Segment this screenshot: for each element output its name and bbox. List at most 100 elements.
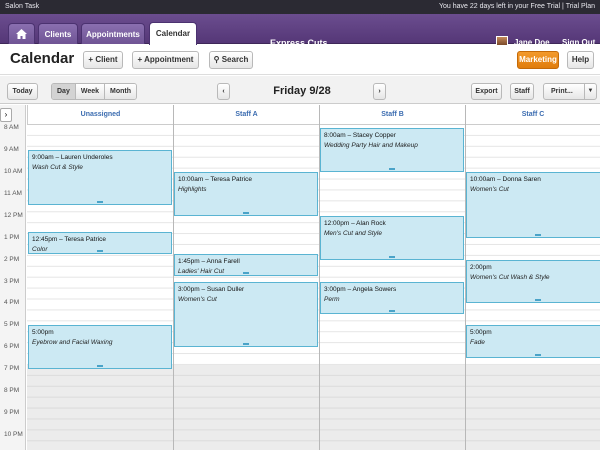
export-button[interactable]: Export [471,83,502,100]
tab-clients[interactable]: Clients [38,23,78,44]
appointment-title: 3:00pm – Susan Duller [178,285,245,293]
next-day-button[interactable]: › [373,83,386,100]
column-divider [173,105,174,450]
appointment-block[interactable]: 3:00pm – Angela Sowers Perm [320,281,464,315]
marketing-button[interactable]: Marketing [517,51,559,69]
appointment-service: Perm [324,295,340,303]
app-name: Salon Task [5,3,40,10]
appointment-title: 12:00pm – Alan Rock [324,219,386,227]
appointment-title: 5:00pm [32,329,54,337]
resize-handle[interactable] [97,250,103,253]
chevron-down-icon: ▼ [584,84,596,99]
resize-handle[interactable] [535,233,541,236]
appointment-block[interactable]: 1:45pm – Anna Farell Ladies' Hair Cut [174,254,318,277]
time-label: 10 AM [4,168,23,176]
tab-calendar[interactable]: Calendar [149,22,197,45]
appointment-service: Fade [470,339,485,347]
time-label: 9 AM [4,146,19,154]
column-header-staff-b: Staff B [319,105,465,125]
tab-home[interactable] [8,23,35,44]
time-label: 11 AM [4,189,22,197]
time-label: 2 PM [4,255,20,263]
time-label: 12 PM [4,211,23,219]
appointment-block[interactable]: 5:00pm Eyebrow and Facial Waxing [28,325,172,370]
appointment-title: 10:00am – Teresa Patrice [178,176,252,184]
help-button[interactable]: Help [567,51,594,69]
calendar-toolbar: Today Day Week Month ‹ Friday 9/28 › Exp… [0,76,600,104]
appointment-service: Women's Cut Wash & Style [470,273,550,281]
print-label: Print... [551,88,573,95]
appointment-block[interactable]: 3:00pm – Susan Duller Women's Cut [174,281,318,348]
resize-handle[interactable] [535,299,541,302]
resize-handle[interactable] [389,255,395,258]
add-appointment-button[interactable]: + Appointment [132,51,199,69]
print-button[interactable]: Print... ▼ [543,83,597,100]
search-button[interactable]: ⚲ Search [209,51,253,69]
appointment-block[interactable]: 10:00am – Teresa Patrice Highlights [174,172,318,216]
current-date: Friday 9/28 [273,85,331,97]
add-client-button[interactable]: + Client [83,51,123,69]
appointment-service: Women's Cut [470,186,509,194]
appointment-block[interactable]: 12:45pm – Teresa Patrice Color [28,232,172,255]
appointment-title: 5:00pm [470,329,492,337]
resize-handle[interactable] [389,168,395,171]
time-label: 8 AM [4,124,19,132]
appointment-title: 10:00am – Donna Saren [470,176,541,184]
appointment-block[interactable]: 2:00pm Women's Cut Wash & Style [466,259,600,304]
appointment-title: 9:00am – Lauren Underoles [32,154,113,162]
expand-sidebar-button[interactable]: › [0,108,12,122]
today-button[interactable]: Today [7,83,38,100]
appointment-title: 8:00am – Stacey Copper [324,132,396,140]
time-label: 9 PM [4,408,20,416]
top-strip: Salon Task You have 22 days left in your… [0,0,600,14]
trial-notice[interactable]: You have 22 days left in your Free Trial… [439,0,595,14]
time-label: 4 PM [4,299,20,307]
after-hours-shade [27,365,600,450]
appointment-service: Wash Cut & Style [32,164,83,172]
view-day-button[interactable]: Day [52,84,76,99]
prev-day-button[interactable]: ‹ [217,83,230,100]
page-header: Calendar + Client + Appointment ⚲ Search… [0,45,600,75]
resize-handle[interactable] [535,354,541,357]
appointment-block[interactable]: 10:00am – Donna Saren Women's Cut [466,172,600,238]
staff-button[interactable]: Staff [510,83,534,100]
page-title: Calendar [10,50,75,67]
time-label: 8 PM [4,387,20,395]
time-label: 1 PM [4,233,20,241]
resize-handle[interactable] [243,211,249,214]
tab-appointments[interactable]: Appointments [81,23,145,44]
appointment-service: Eyebrow and Facial Waxing [32,339,113,347]
column-header-staff-c: Staff C [465,105,600,125]
view-month-button[interactable]: Month [105,84,137,99]
nav-bar: Clients Appointments Calendar Express Cu… [0,14,600,48]
appointment-block[interactable]: 12:00pm – Alan Rock Men's Cut and Style [320,215,464,260]
resize-handle[interactable] [97,200,103,203]
add-client-label: Client [95,55,118,64]
time-label: 6 PM [4,343,20,351]
appointment-block[interactable]: 8:00am – Stacey Copper Wedding Party Hair… [320,128,464,173]
view-week-button[interactable]: Week [75,84,106,99]
column-header-staff-a: Staff A [173,105,319,125]
appointment-service: Women's Cut [178,295,217,303]
appointment-service: Highlights [178,186,207,194]
appointment-title: 12:45pm – Teresa Patrice [32,236,106,244]
appointment-title: 1:45pm – Anna Farell [178,258,240,266]
resize-handle[interactable] [97,365,103,368]
appointment-block[interactable]: 9:00am – Lauren Underoles Wash Cut & Styl… [28,150,172,205]
add-appointment-label: Appointment [144,55,194,64]
search-label: Search [221,55,249,64]
column-header-unassigned: Unassigned [27,105,173,125]
resize-handle[interactable] [243,272,249,275]
appointment-title: 2:00pm [470,263,492,271]
home-icon [16,29,27,39]
time-label: 10 PM [4,430,23,438]
appointment-service: Men's Cut and Style [324,229,382,237]
search-icon: ⚲ [213,55,222,64]
appointment-block[interactable]: 5:00pm Fade [466,325,600,359]
view-switcher: Day Week Month [51,83,138,100]
appointment-service: Wedding Party Hair and Makeup [324,142,418,150]
time-label: 5 PM [4,321,20,329]
resize-handle[interactable] [243,343,249,346]
time-label: 7 PM [4,365,20,373]
resize-handle[interactable] [389,310,395,313]
